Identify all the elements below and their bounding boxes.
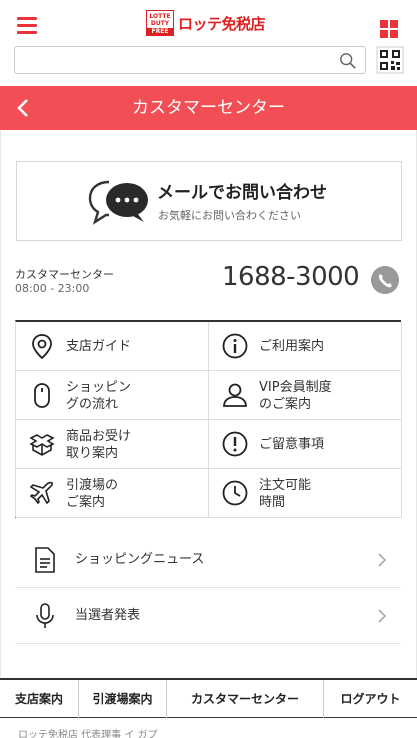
customer-center-hours: 08:00 - 23:00 <box>15 282 90 295</box>
qr-code-icon[interactable] <box>376 46 404 74</box>
menu-icon[interactable] <box>17 17 37 34</box>
microphone-icon <box>36 603 54 628</box>
menu-vip-membership[interactable]: VIP会員制度 のご案内 <box>209 371 402 420</box>
airplane-icon <box>29 481 54 505</box>
phone-call-icon[interactable] <box>371 266 399 294</box>
list-label: ショッピングニュース <box>75 552 205 567</box>
menu-pickup-counter[interactable]: 引渡場の ご案内 <box>16 469 209 518</box>
search-box <box>14 46 366 74</box>
lotte-logo[interactable]: LOTTE DUTY FREE ロッテ免税店 <box>146 10 266 36</box>
menu-label: ご利用案内 <box>259 339 325 354</box>
menu-label: 商品お受け 取り案内 <box>66 428 132 461</box>
mail-subtitle: お気軽にお問い合わください <box>158 209 301 222</box>
chat-bubble-icon <box>88 180 148 225</box>
mouse-icon <box>34 383 50 408</box>
nav-customer-center[interactable]: カスタマーセンター <box>167 680 324 718</box>
chevron-right-icon <box>378 609 387 623</box>
document-icon <box>35 547 55 573</box>
footer-text: ロッテ免税店 代表理事 イ ガプ <box>18 730 158 738</box>
search-icon[interactable] <box>339 52 357 70</box>
category-grid-icon[interactable] <box>380 20 398 38</box>
menu-shopping-flow[interactable]: ショッピン グの流れ <box>16 371 209 420</box>
list-label: 当選者発表 <box>75 608 141 623</box>
mail-title: メールでお問い合わせ <box>157 183 327 203</box>
nav-logout[interactable]: ログアウト <box>324 680 417 718</box>
menu-label: ショッピン グの流れ <box>66 379 132 412</box>
user-icon <box>223 383 247 407</box>
menu-product-pickup[interactable]: 商品お受け 取り案内 <box>16 420 209 469</box>
menu-grid: 支店ガイド ご利用案内 ショッピン グの流れ VIP会員制度 のご案内 商品お受… <box>15 320 402 518</box>
chevron-right-icon <box>378 553 387 567</box>
menu-usage-guide[interactable]: ご利用案内 <box>209 322 402 371</box>
menu-store-guide[interactable]: 支店ガイド <box>16 322 209 371</box>
title-bar: カスタマーセンター <box>0 86 417 130</box>
mail-inquiry-button[interactable]: メールでお問い合わせ お気軽にお問い合わください <box>16 161 402 241</box>
info-icon <box>222 333 248 359</box>
nav-store-info[interactable]: 支店案内 <box>0 680 79 718</box>
boxes-icon <box>29 434 55 456</box>
menu-notes[interactable]: ご留意事項 <box>209 420 402 469</box>
exclamation-icon <box>222 431 248 457</box>
bottom-nav: 支店案内 引渡場案内 カスタマーセンター ログアウト <box>0 678 417 718</box>
menu-label: ご留意事項 <box>259 437 325 452</box>
top-header: LOTTE DUTY FREE ロッテ免税店 <box>0 0 417 44</box>
customer-center-label: カスタマーセンター <box>15 268 114 281</box>
page-title: カスタマーセンター <box>132 98 285 118</box>
nav-pickup-info[interactable]: 引渡場案内 <box>79 680 167 718</box>
logo-text: ロッテ免税店 <box>178 14 266 33</box>
clock-icon <box>222 480 248 506</box>
list-item-winner-announcement[interactable]: 当選者発表 <box>15 588 401 644</box>
menu-label: 支店ガイド <box>66 339 132 354</box>
phone-number[interactable]: 1688-3000 <box>222 262 360 292</box>
menu-order-hours[interactable]: 注文可能 時間 <box>209 469 402 518</box>
menu-label: 引渡場の ご案内 <box>66 477 119 510</box>
logo-mark: LOTTE DUTY FREE <box>146 10 174 36</box>
menu-label: 注文可能 時間 <box>259 477 312 510</box>
menu-label: VIP会員制度 のご案内 <box>259 379 332 412</box>
location-pin-icon <box>32 334 52 360</box>
list-item-shopping-news[interactable]: ショッピングニュース <box>15 532 401 588</box>
search-input[interactable] <box>21 50 331 70</box>
